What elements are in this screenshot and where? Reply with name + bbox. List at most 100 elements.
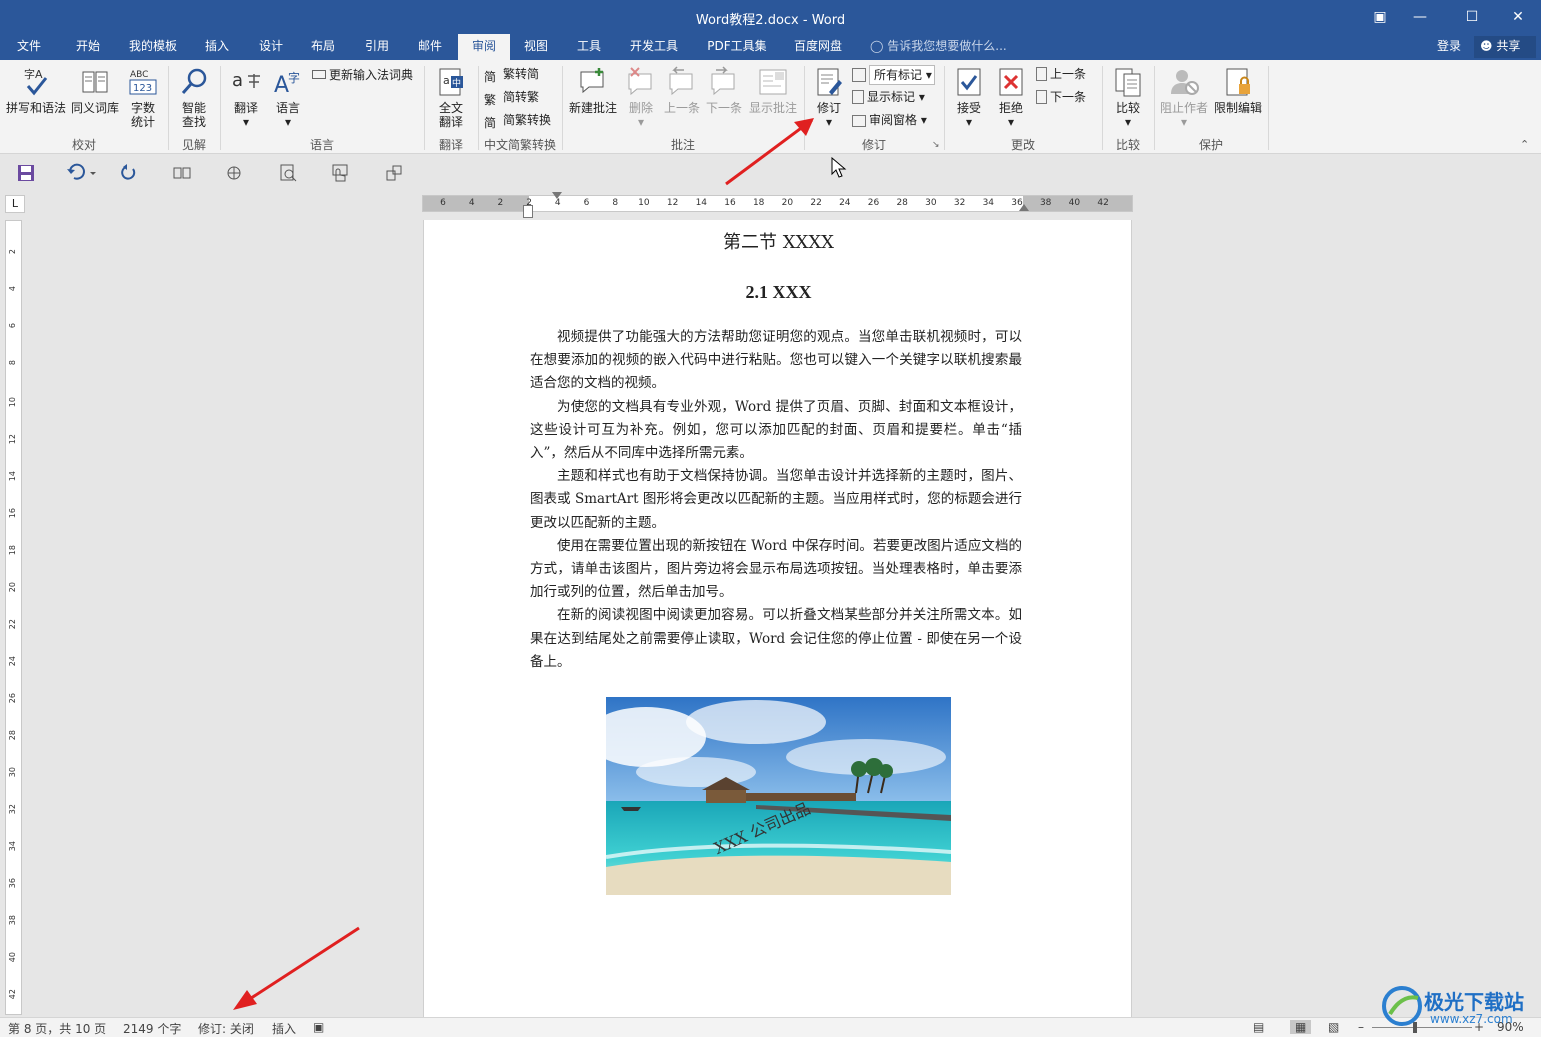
redo-icon[interactable] bbox=[118, 163, 138, 183]
tell-me-box[interactable]: ◯ 告诉我您想要做什么... bbox=[870, 34, 1007, 58]
translate-icon: a bbox=[232, 70, 260, 91]
to-traditional-button[interactable]: 繁简转繁 bbox=[484, 88, 539, 107]
tab-developer[interactable]: 开发工具 bbox=[622, 34, 686, 60]
document-body[interactable]: 视频提供了功能强大的方法帮助您证明您的观点。当您单击联机视频时，可以在想要添加的… bbox=[530, 326, 1022, 674]
restrict-editing-button[interactable]: 限制编辑 bbox=[1212, 66, 1264, 115]
ruler-number: 2 bbox=[497, 198, 504, 208]
review-pane-icon bbox=[852, 115, 866, 127]
next-change-button[interactable]: 下一条 bbox=[1036, 88, 1086, 106]
tab-baidu-netdisk[interactable]: 百度网盘 bbox=[786, 34, 850, 60]
delete-comment-button[interactable]: 删除 ▾ bbox=[622, 66, 660, 129]
tab-view[interactable]: 视图 bbox=[514, 34, 558, 60]
touch-mode-icon[interactable] bbox=[330, 163, 350, 183]
read-mode-icon[interactable] bbox=[172, 163, 192, 183]
login-link[interactable]: 登录 bbox=[1437, 34, 1461, 58]
full-translate-button[interactable]: a中 全文 翻译 bbox=[430, 66, 472, 129]
accept-icon bbox=[957, 68, 981, 96]
tracking-options-launcher[interactable]: ↘ bbox=[932, 140, 940, 150]
spelling-check-icon: 字A bbox=[24, 67, 48, 96]
previous-comment-button[interactable]: 上一条 bbox=[662, 66, 702, 115]
minimize-icon[interactable]: — bbox=[1400, 5, 1440, 29]
group-language: 语言 bbox=[309, 138, 334, 152]
tab-review[interactable]: 审阅 bbox=[458, 34, 510, 60]
maximize-icon[interactable]: ☐ bbox=[1452, 5, 1492, 29]
tab-insert[interactable]: 插入 bbox=[196, 34, 238, 60]
word-count-button[interactable]: ABC 123 字数 统计 bbox=[122, 66, 164, 129]
previous-change-button[interactable]: 上一条 bbox=[1036, 65, 1086, 83]
word-count[interactable]: 2149 个字 bbox=[123, 1020, 181, 1037]
show-comments-button[interactable]: 显示批注 bbox=[746, 66, 800, 115]
tab-home[interactable]: 开始 bbox=[62, 34, 114, 60]
collapse-ribbon-icon[interactable]: ⌃ bbox=[1520, 138, 1529, 151]
left-indent-marker[interactable] bbox=[523, 205, 533, 218]
tab-layout[interactable]: 布局 bbox=[302, 34, 344, 60]
close-icon[interactable]: ✕ bbox=[1498, 5, 1538, 29]
track-changes-status[interactable]: 修订: 关闭 bbox=[198, 1020, 254, 1037]
smart-lookup-button[interactable]: 智能 查找 bbox=[174, 66, 214, 129]
tab-templates[interactable]: 我的模板 bbox=[122, 34, 184, 60]
share-label: 共享 bbox=[1496, 39, 1521, 53]
group-translate: 翻译 bbox=[438, 138, 463, 152]
print-layout-view-icon[interactable]: ▦ bbox=[1290, 1020, 1312, 1034]
to-simplified-button[interactable]: 简繁转简 bbox=[484, 65, 539, 84]
conversion-button[interactable]: 简简繁转换 bbox=[484, 111, 551, 130]
markup-dropdown[interactable]: 所有标记 ▾ bbox=[852, 65, 935, 85]
ruler-number: 24 bbox=[839, 198, 851, 208]
next-comment-button[interactable]: 下一条 bbox=[704, 66, 744, 115]
language-button[interactable]: A字 语言 ▾ bbox=[268, 66, 308, 129]
next-change-label: 下一条 bbox=[1050, 90, 1087, 104]
read-mode-view-icon[interactable]: ▤ bbox=[1253, 1020, 1264, 1034]
show-markup-button[interactable]: 显示标记 ▾ bbox=[852, 88, 925, 106]
tab-mailings[interactable]: 邮件 bbox=[408, 34, 452, 60]
ribbon-display-icon[interactable]: ▣ bbox=[1360, 5, 1400, 29]
update-ime-button[interactable]: 更新输入法词典 bbox=[312, 66, 413, 84]
insert-mode[interactable]: 插入 bbox=[272, 1020, 296, 1037]
tab-tools[interactable]: 工具 bbox=[568, 34, 610, 60]
vertical-ruler-number: 16 bbox=[8, 508, 17, 519]
spelling-label: 拼写和语法 bbox=[5, 101, 66, 115]
svg-text:123: 123 bbox=[133, 83, 152, 94]
ruler-number: 30 bbox=[925, 198, 937, 208]
section-title: 第二节 XXXX bbox=[723, 232, 834, 253]
zoom-out-icon[interactable]: – bbox=[1358, 1020, 1364, 1034]
show-markup-label: 显示标记 bbox=[867, 90, 916, 104]
site-logo-icon bbox=[1382, 986, 1422, 1026]
page-count[interactable]: 第 8 页，共 10 页 bbox=[8, 1020, 106, 1037]
ribbon: 字A 拼写和语法 同义词库 ABC 123 字数 统计 校对 智能 查找 见解 a 翻… bbox=[0, 60, 1541, 154]
web-layout-view-icon[interactable]: ▧ bbox=[1328, 1020, 1339, 1034]
delete-comment-icon bbox=[628, 67, 652, 96]
beach-photo[interactable]: XXX 公司出品 bbox=[606, 697, 951, 895]
tab-file[interactable]: 文件 bbox=[6, 34, 52, 60]
share-button[interactable]: ☻ 共享 bbox=[1474, 36, 1536, 58]
paragraph: 使用在需要位置出现的新按钮在 Word 中保存时间。若要更改图片适应文档的方式，… bbox=[530, 537, 1022, 601]
accept-button[interactable]: 接受 ▾ bbox=[950, 66, 988, 129]
right-indent-marker[interactable] bbox=[1019, 204, 1029, 211]
print-preview-icon[interactable] bbox=[278, 163, 298, 183]
svg-text:a: a bbox=[232, 70, 243, 91]
compare-button[interactable]: 比较 ▾ bbox=[1108, 66, 1148, 129]
thesaurus-button[interactable]: 同义词库 bbox=[70, 66, 120, 115]
customize-toolbar-icon[interactable] bbox=[384, 163, 404, 183]
macro-record-icon[interactable]: ▣ bbox=[313, 1020, 324, 1034]
review-pane-button[interactable]: 审阅窗格 ▾ bbox=[852, 111, 927, 129]
tab-references[interactable]: 引用 bbox=[356, 34, 398, 60]
translate-button[interactable]: a 翻译 ▾ bbox=[226, 66, 266, 129]
beach-image bbox=[606, 697, 951, 895]
svg-text:ABC: ABC bbox=[130, 70, 148, 80]
vertical-ruler-number: 26 bbox=[8, 693, 17, 704]
vertical-ruler[interactable]: 2 4 6 8 10 12 14 16 18 20 22 24 26 28 30 32 34 36 38 40 42 bbox=[5, 220, 22, 1015]
track-changes-button[interactable]: 修订 ▾ bbox=[810, 66, 848, 129]
undo-icon[interactable] bbox=[66, 163, 98, 183]
tab-selector[interactable]: L bbox=[5, 195, 25, 213]
block-authors-button[interactable]: 阻止作者 ▾ bbox=[1158, 66, 1210, 129]
new-comment-button[interactable]: 新建批注 bbox=[566, 66, 620, 115]
reject-button[interactable]: 拒绝 ▾ bbox=[992, 66, 1030, 129]
tab-pdf-tools[interactable]: PDF工具集 bbox=[700, 34, 774, 60]
tab-design[interactable]: 设计 bbox=[250, 34, 292, 60]
web-layout-icon[interactable] bbox=[224, 163, 244, 183]
vertical-ruler-number: 30 bbox=[8, 767, 17, 778]
first-line-indent-marker[interactable] bbox=[552, 192, 562, 199]
spelling-grammar-button[interactable]: 字A 拼写和语法 bbox=[4, 66, 68, 115]
document-page[interactable]: 第二节 XXXX 2.1 XXX 视频提供了功能强大的方法帮助您证明您的观点。当… bbox=[423, 220, 1132, 1018]
save-icon[interactable] bbox=[16, 163, 36, 183]
